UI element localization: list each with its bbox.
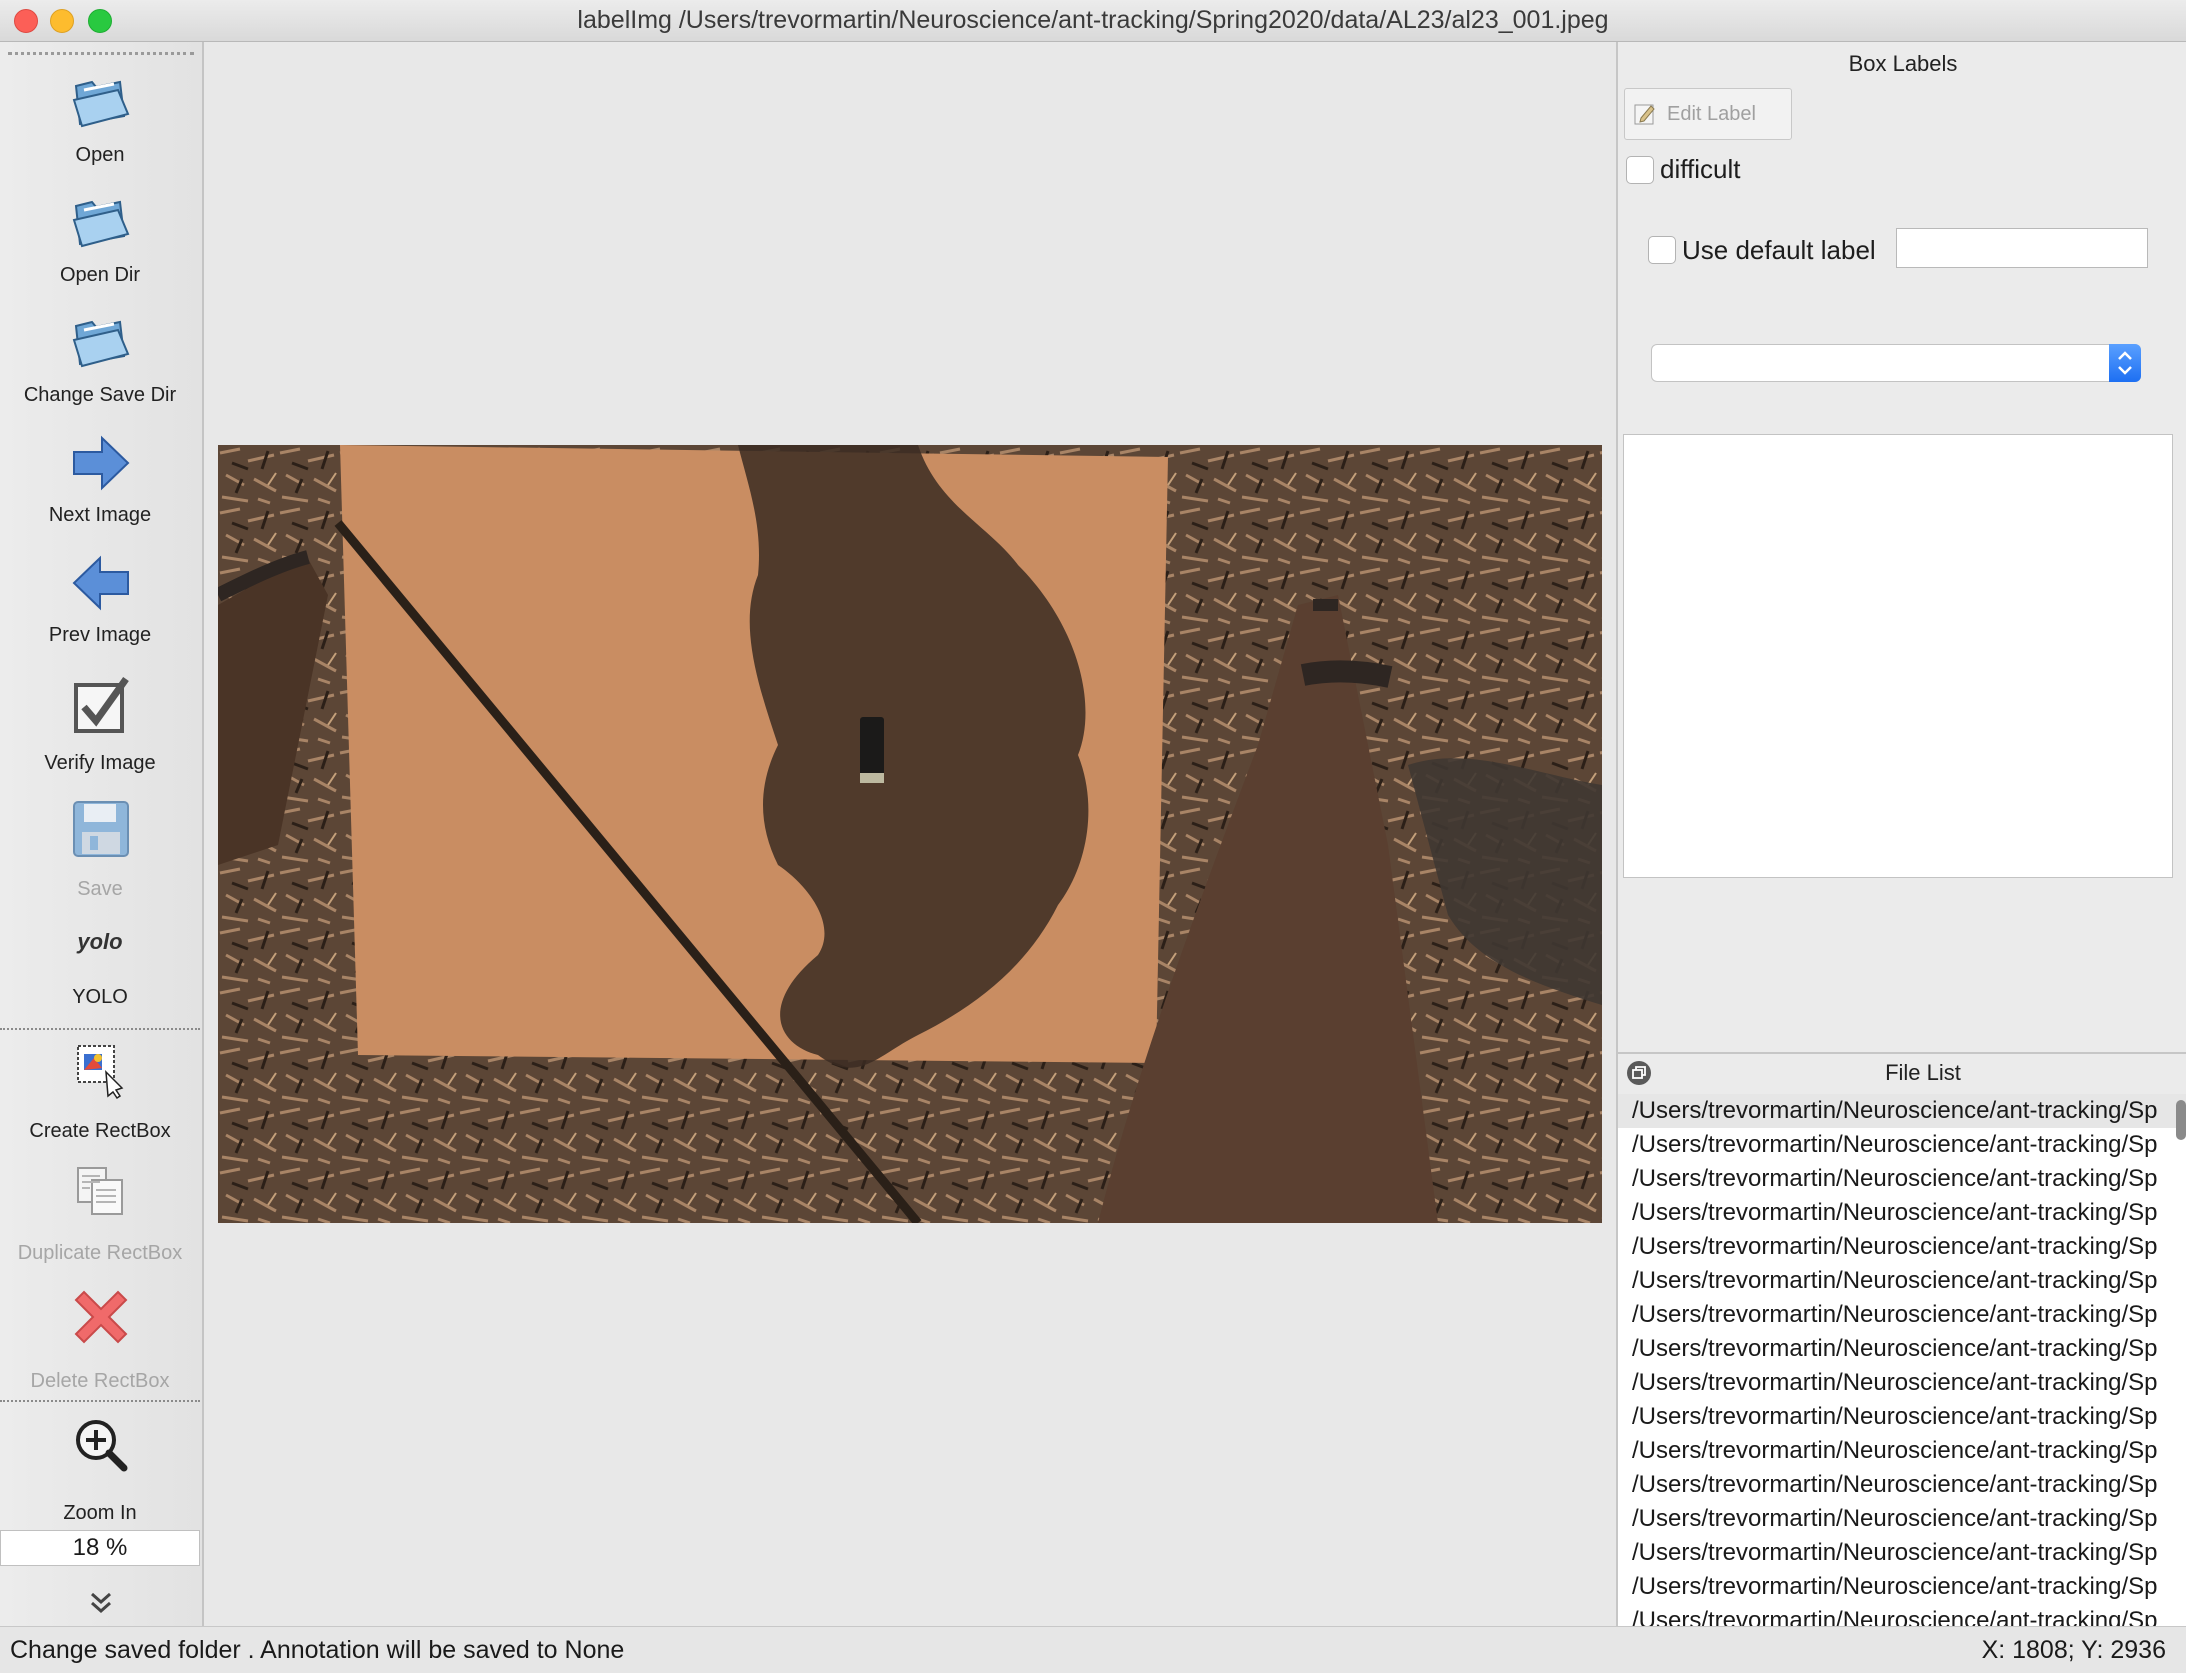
duplicate-rectbox-button[interactable]: Duplicate RectBox bbox=[0, 1156, 200, 1276]
zoom-in-icon bbox=[76, 1420, 128, 1472]
loaded-image[interactable] bbox=[218, 445, 1602, 1223]
open-folder-icon bbox=[72, 320, 130, 368]
verify-image-button[interactable]: Verify Image bbox=[0, 667, 200, 782]
open-folder-icon bbox=[72, 80, 130, 128]
difficult-checkbox[interactable] bbox=[1626, 156, 1654, 184]
open-dir-button[interactable]: Open Dir bbox=[0, 184, 200, 294]
floppy-disk-icon bbox=[73, 801, 129, 857]
change-save-dir-button[interactable]: Change Save Dir bbox=[0, 304, 200, 414]
save-label: Save bbox=[77, 878, 123, 900]
prev-image-label: Prev Image bbox=[48, 624, 152, 646]
toolbar: Open Open Dir Change Save Dir Next Image… bbox=[0, 42, 204, 1626]
open-folder-icon bbox=[72, 200, 130, 248]
file-list-header: File List bbox=[1618, 1052, 2186, 1092]
next-image-button[interactable]: Next Image bbox=[0, 424, 200, 534]
delete-rectbox-button[interactable]: Delete RectBox bbox=[0, 1278, 200, 1418]
image-canvas[interactable] bbox=[204, 42, 1615, 1626]
prev-image-button[interactable]: Prev Image bbox=[0, 544, 200, 654]
toolbar-separator bbox=[0, 1028, 200, 1030]
checkbox-checked-icon bbox=[74, 676, 129, 733]
zoom-in-label: Zoom In bbox=[63, 1502, 137, 1524]
verify-image-label: Verify Image bbox=[44, 752, 156, 774]
file-list-item[interactable]: /Users/trevormartin/Neuroscience/ant-tra… bbox=[1618, 1094, 2186, 1128]
open-button[interactable]: Open bbox=[0, 64, 200, 174]
file-list-scrollbar[interactable] bbox=[2176, 1100, 2186, 1140]
duplicate-rectbox-label: Duplicate RectBox bbox=[17, 1242, 183, 1264]
combo-arrow[interactable] bbox=[2109, 344, 2141, 382]
save-button[interactable]: Save bbox=[0, 792, 200, 907]
change-save-dir-label: Change Save Dir bbox=[23, 384, 177, 406]
zoom-value-field[interactable]: 18 % bbox=[0, 1530, 200, 1566]
toolbar-grip[interactable] bbox=[8, 52, 194, 55]
file-list-item[interactable]: /Users/trevormartin/Neuroscience/ant-tra… bbox=[1618, 1332, 2186, 1366]
edit-label-button[interactable]: Edit Label bbox=[1624, 88, 1792, 140]
file-list-item[interactable]: /Users/trevormartin/Neuroscience/ant-tra… bbox=[1618, 1196, 2186, 1230]
file-list-item[interactable]: /Users/trevormartin/Neuroscience/ant-tra… bbox=[1618, 1128, 2186, 1162]
ground-photo bbox=[218, 445, 1602, 1223]
arrow-left-icon bbox=[72, 555, 129, 611]
box-label-list[interactable] bbox=[1623, 434, 2173, 878]
label-combo-box[interactable] bbox=[1651, 344, 2141, 382]
yolo-icon: yolo bbox=[77, 929, 123, 954]
duplicate-icon bbox=[77, 1167, 123, 1215]
use-default-label-checkbox[interactable] bbox=[1648, 236, 1676, 264]
yolo-format-button[interactable]: yolo YOLO bbox=[0, 912, 200, 1052]
default-label-input[interactable] bbox=[1896, 228, 2148, 268]
use-default-label-text: Use default label bbox=[1682, 235, 1876, 265]
draw-rectangle-icon bbox=[77, 1045, 124, 1100]
cursor-coordinates: X: 1808; Y: 2936 bbox=[1981, 1636, 2166, 1664]
difficult-label: difficult bbox=[1660, 154, 1741, 184]
file-list-item[interactable]: /Users/trevormartin/Neuroscience/ant-tra… bbox=[1618, 1536, 2186, 1570]
status-bar: Change saved folder . Annotation will be… bbox=[0, 1626, 2186, 1673]
file-list-item[interactable]: /Users/trevormartin/Neuroscience/ant-tra… bbox=[1618, 1230, 2186, 1264]
open-label: Open bbox=[75, 144, 125, 166]
file-list-item[interactable]: /Users/trevormartin/Neuroscience/ant-tra… bbox=[1618, 1366, 2186, 1400]
right-dock: Box Labels Edit Label difficult Use defa… bbox=[1616, 42, 2186, 1626]
file-list-title: File List bbox=[1885, 1060, 1961, 1085]
title-bar: labelImg /Users/trevormartin/Neuroscienc… bbox=[0, 0, 2186, 42]
delete-rectbox-label: Delete RectBox bbox=[30, 1370, 170, 1392]
window-title: labelImg /Users/trevormartin/Neuroscienc… bbox=[577, 6, 1609, 34]
file-list[interactable]: /Users/trevormartin/Neuroscience/ant-tra… bbox=[1618, 1094, 2186, 1626]
file-list-item[interactable]: /Users/trevormartin/Neuroscience/ant-tra… bbox=[1618, 1264, 2186, 1298]
create-rectbox-button[interactable]: Create RectBox bbox=[0, 1034, 200, 1154]
next-image-label: Next Image bbox=[48, 504, 152, 526]
file-list-item[interactable]: /Users/trevormartin/Neuroscience/ant-tra… bbox=[1618, 1400, 2186, 1434]
edit-pencil-icon bbox=[1634, 104, 1655, 125]
double-chevron-down-icon[interactable] bbox=[86, 1588, 116, 1618]
box-labels-title: Box Labels bbox=[1848, 51, 1958, 76]
arrow-right-icon bbox=[73, 435, 130, 491]
create-rectbox-label: Create RectBox bbox=[29, 1120, 171, 1142]
open-dir-label: Open Dir bbox=[59, 264, 141, 286]
file-list-item[interactable]: /Users/trevormartin/Neuroscience/ant-tra… bbox=[1618, 1162, 2186, 1196]
file-list-item[interactable]: /Users/trevormartin/Neuroscience/ant-tra… bbox=[1618, 1298, 2186, 1332]
file-list-item[interactable]: /Users/trevormartin/Neuroscience/ant-tra… bbox=[1618, 1570, 2186, 1604]
status-message: Change saved folder . Annotation will be… bbox=[10, 1636, 625, 1664]
toolbar-separator bbox=[0, 1400, 200, 1402]
file-list-item[interactable]: /Users/trevormartin/Neuroscience/ant-tra… bbox=[1618, 1502, 2186, 1536]
up-down-chevron-icon bbox=[2118, 351, 2132, 375]
file-list-item[interactable]: /Users/trevormartin/Neuroscience/ant-tra… bbox=[1618, 1434, 2186, 1468]
delete-x-icon bbox=[74, 1290, 128, 1344]
file-list-item[interactable]: /Users/trevormartin/Neuroscience/ant-tra… bbox=[1618, 1604, 2186, 1626]
yolo-label: YOLO bbox=[72, 986, 128, 1008]
edit-label-text: Edit Label bbox=[1667, 103, 1756, 125]
file-list-item[interactable]: /Users/trevormartin/Neuroscience/ant-tra… bbox=[1618, 1468, 2186, 1502]
